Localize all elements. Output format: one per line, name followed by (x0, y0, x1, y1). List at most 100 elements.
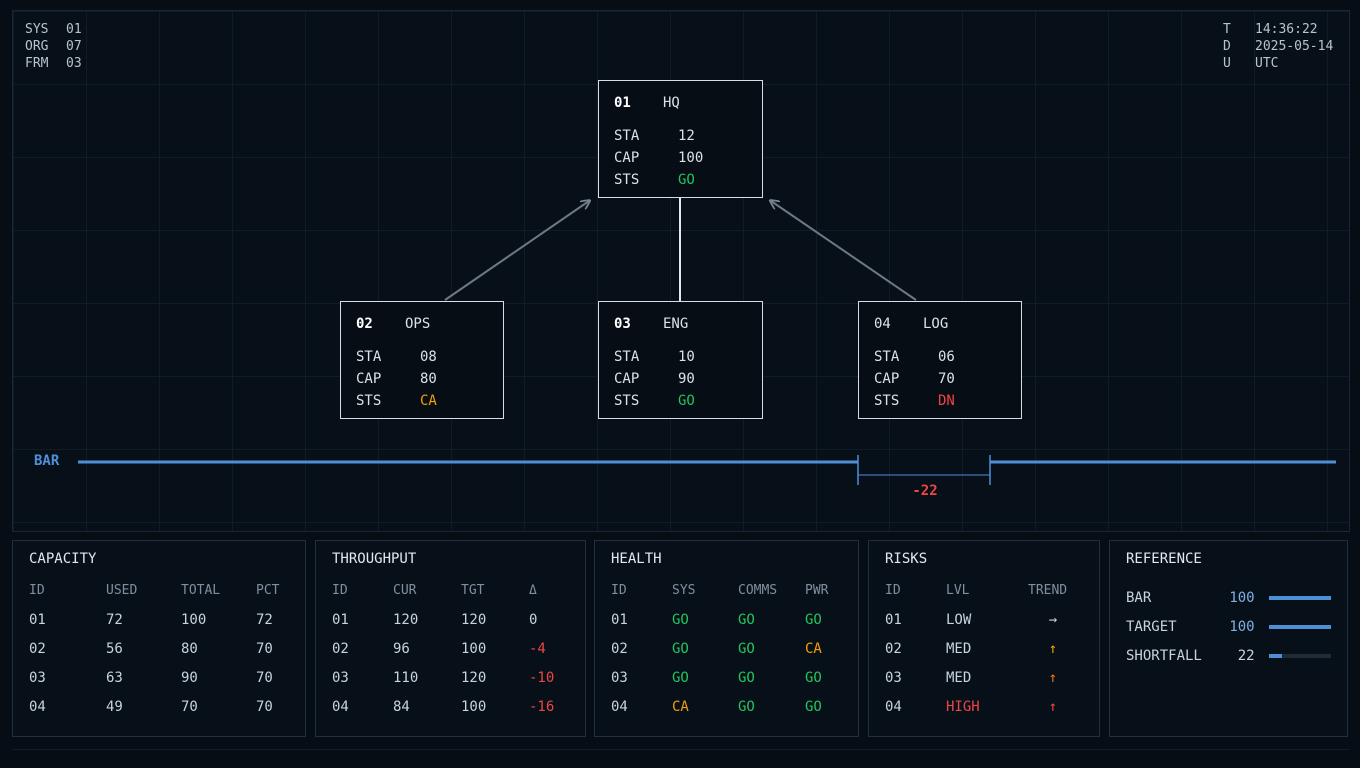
node-id: 02 (356, 316, 373, 332)
cell: 80 (181, 641, 198, 657)
table-header: ID SYS COMMS PWR (611, 583, 842, 601)
footer-divider (12, 749, 1350, 750)
column-header: ID (29, 583, 45, 598)
cell: 72 (256, 612, 273, 628)
cell: 120 (461, 612, 487, 628)
reference-level-bar (1268, 595, 1331, 600)
status-cell: GO (805, 699, 822, 715)
reference-row-target: TARGET 100 (1126, 612, 1331, 641)
cell: 70 (256, 641, 273, 657)
meta-key: D (1223, 39, 1231, 54)
risk-level: LOW (946, 612, 972, 628)
status-cell: GO (738, 670, 755, 686)
cell: -16 (529, 699, 555, 715)
cell: 03 (29, 670, 46, 686)
node-field-label: STS (614, 172, 640, 188)
cell: -10 (529, 670, 555, 686)
node-name: ENG (663, 316, 689, 332)
trend-up-icon: ↑ (1048, 699, 1058, 715)
meta-row-time: T 14:36:22 (1223, 21, 1333, 38)
cell: 56 (106, 641, 123, 657)
node-field-label: STS (614, 393, 640, 409)
reference-panel: REFERENCE BAR 100 TARGET 100 SHORTFALL 2… (1109, 540, 1348, 737)
risk-level: HIGH (946, 699, 980, 715)
node-hq[interactable]: 01 HQ STA 12 CAP 100 STS GO (598, 80, 763, 198)
cell: 02 (332, 641, 349, 657)
cell: 02 (29, 641, 46, 657)
meta-key: T (1223, 22, 1231, 37)
reference-value: 22 (1237, 647, 1255, 664)
table-row: 01 LOW → (885, 612, 1083, 641)
table-row: 02 96 100 -4 (332, 641, 569, 670)
cell: 04 (885, 699, 902, 715)
status-cell: GO (672, 670, 689, 686)
reference-row-bar: BAR 100 (1126, 583, 1331, 612)
table-row: 01 GO GO GO (611, 612, 842, 641)
cell: 0 (529, 612, 538, 628)
cell: 96 (393, 641, 410, 657)
cell: 01 (332, 612, 349, 628)
reference-name: BAR (1126, 589, 1152, 606)
node-sta-value: 12 (678, 128, 695, 144)
table-row: 01 72 100 72 (29, 612, 289, 641)
meta-row-frm: FRM 03 (25, 55, 82, 72)
cell: 72 (106, 612, 123, 628)
meta-value: UTC (1255, 56, 1279, 71)
cell: 04 (29, 699, 46, 715)
column-header: ID (332, 583, 348, 598)
table-row: 01 120 120 0 (332, 612, 569, 641)
node-ops[interactable]: 02 OPS STA 08 CAP 80 STS CA (340, 301, 504, 419)
meta-key: FRM (25, 56, 49, 71)
table-row: 02 MED ↑ (885, 641, 1083, 670)
cell: 90 (181, 670, 198, 686)
column-header: LVL (946, 583, 970, 598)
node-name: LOG (923, 316, 949, 332)
table-row: 04 49 70 70 (29, 699, 289, 728)
table-row: 02 GO GO CA (611, 641, 842, 670)
cell: 63 (106, 670, 123, 686)
cell: 120 (393, 612, 419, 628)
node-cap-value: 90 (678, 371, 695, 387)
cell: 84 (393, 699, 410, 715)
node-status: GO (678, 172, 695, 188)
cell: 70 (181, 699, 198, 715)
risk-level: MED (946, 641, 972, 657)
cell: 03 (611, 670, 628, 686)
reference-level-bar (1268, 624, 1331, 629)
node-status: CA (420, 393, 437, 409)
table-row: 04 CA GO GO (611, 699, 842, 728)
column-header: SYS (672, 583, 696, 598)
cell: 04 (611, 699, 628, 715)
panel-title: THROUGHPUT (332, 551, 417, 567)
node-field-label: STA (614, 128, 640, 144)
risk-level: MED (946, 670, 972, 686)
node-status: GO (678, 393, 695, 409)
status-cell: GO (738, 641, 755, 657)
node-id: 01 (614, 95, 631, 111)
status-cell: GO (738, 612, 755, 628)
cell: 49 (106, 699, 123, 715)
node-log[interactable]: 04 LOG STA 06 CAP 70 STS DN (858, 301, 1022, 419)
node-field-label: STS (356, 393, 382, 409)
cell: 01 (611, 612, 628, 628)
reference-level-bar (1268, 653, 1331, 658)
reference-level-fill (1268, 624, 1331, 629)
cell: 70 (256, 699, 273, 715)
trend-up-icon: ↑ (1048, 670, 1058, 686)
trend-up-icon: ↑ (1048, 641, 1058, 657)
node-field-label: STS (874, 393, 900, 409)
status-cell: GO (805, 670, 822, 686)
status-cell: GO (672, 641, 689, 657)
node-field-label: STA (356, 349, 382, 365)
trend-flat-icon: → (1048, 612, 1058, 628)
meta-row-sys: SYS 01 (25, 21, 82, 38)
cell: 04 (332, 699, 349, 715)
meta-key: SYS (25, 22, 49, 37)
column-header: PWR (805, 583, 829, 598)
table-row: 02 56 80 70 (29, 641, 289, 670)
node-sta-value: 06 (938, 349, 955, 365)
cell: -4 (529, 641, 546, 657)
table-row: 04 84 100 -16 (332, 699, 569, 728)
node-eng[interactable]: 03 ENG STA 10 CAP 90 STS GO (598, 301, 763, 419)
bar-label: BAR (34, 453, 60, 469)
